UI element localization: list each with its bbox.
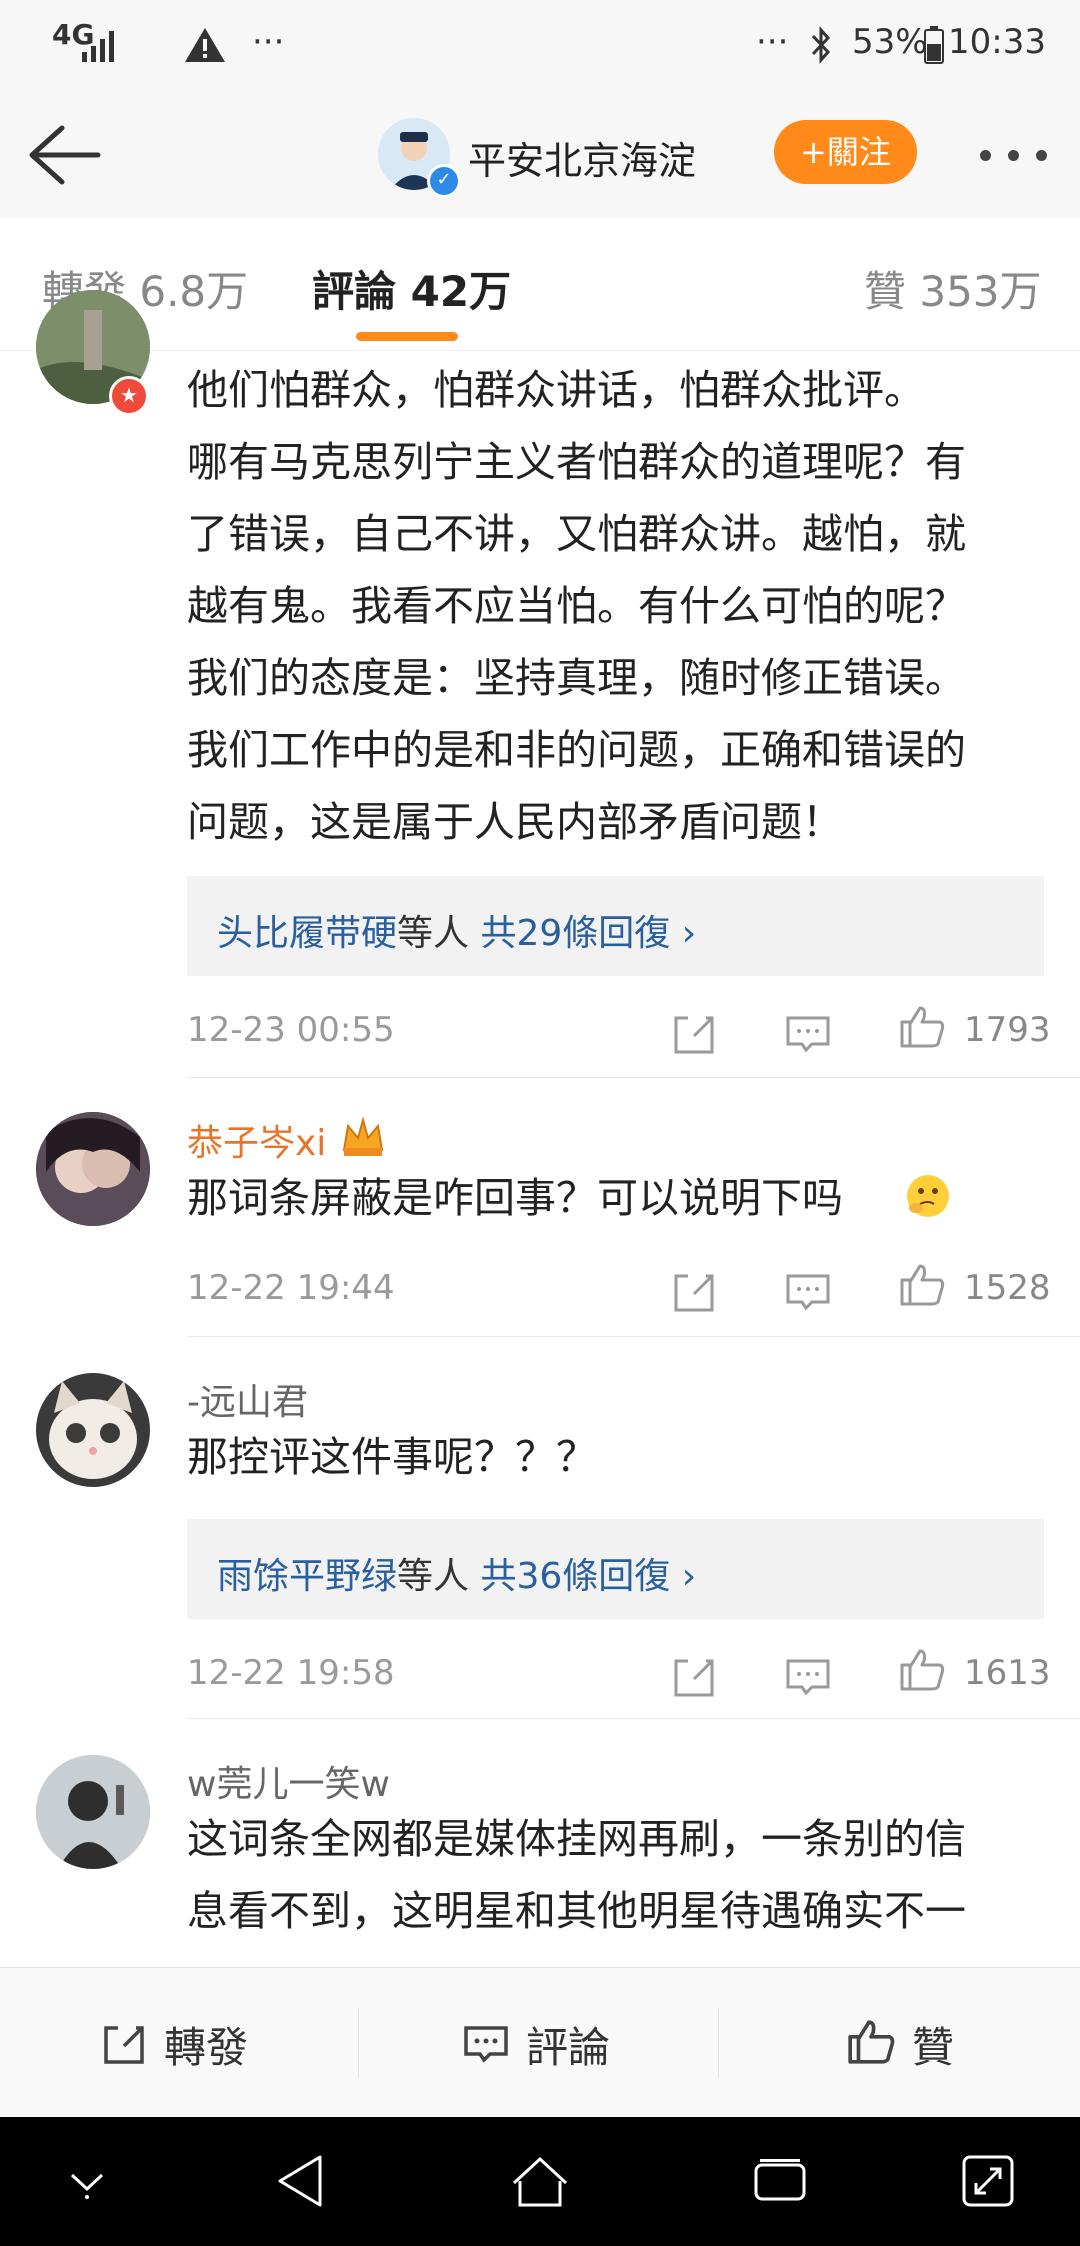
comment-time: 12-22 19:44 xyxy=(187,1268,395,1308)
comment-line: 他们怕群众，怕群众讲话，怕群众批评。 xyxy=(187,366,925,414)
bottom-action-bar: 轉發 評論 贊 xyxy=(0,1967,1080,2118)
commenter-name[interactable]: -远山君 xyxy=(187,1373,308,1425)
commenter-name[interactable]: 恭子岑xi xyxy=(187,1114,326,1166)
battery-icon xyxy=(924,26,944,64)
clock: 10:33 xyxy=(948,22,1046,62)
comment-item-1: ★ 他们怕群众，怕群众讲话，怕群众批评。 哪有马克思列宁主义者怕群众的道理呢？有… xyxy=(0,290,1080,1078)
nav-recents-icon[interactable] xyxy=(752,2157,808,2207)
nav-back-icon[interactable] xyxy=(272,2151,328,2211)
comment-icon[interactable] xyxy=(784,1010,832,1058)
share-icon[interactable] xyxy=(670,1010,718,1058)
back-arrow-icon[interactable] xyxy=(22,120,108,190)
like-icon[interactable] xyxy=(898,1260,946,1308)
chevron-right-icon: › xyxy=(681,1556,697,1597)
comment-text: 这词条全网都是媒体挂网再刷，一条别的信 息看不到，这明星和其他明星待遇确实不一 xyxy=(187,1803,966,1947)
comment-item-4: w莞儿一笑w 这词条全网都是媒体挂网再刷，一条别的信 息看不到，这明星和其他明星… xyxy=(0,1719,1080,1967)
vip-crown-icon xyxy=(342,1116,384,1156)
follow-button[interactable]: +關注 xyxy=(774,120,917,184)
comment-item-2: 恭子岑xi 那词条屏蔽是咋回事？可以说明下吗 12-22 19:44 1528 xyxy=(0,1078,1080,1336)
warning-icon xyxy=(185,28,225,62)
commenter-name[interactable]: w莞儿一笑w xyxy=(187,1755,390,1807)
share-icon[interactable] xyxy=(670,1268,718,1316)
repost-label: 轉發 xyxy=(164,2023,249,2072)
comment-icon[interactable] xyxy=(784,1653,832,1701)
tab-likes[interactable]: 贊 353万 xyxy=(864,258,1042,319)
comment-line: 我们的态度是：坚持真理，随时修正错误。 xyxy=(187,654,966,702)
comment-line: 这词条全网都是媒体挂网再刷，一条别的信 xyxy=(187,1815,966,1863)
active-tab-indicator xyxy=(356,332,458,341)
divider xyxy=(358,2008,359,2078)
system-nav-bar xyxy=(0,2117,1080,2246)
user-level-badge-icon: ★ xyxy=(109,376,149,416)
share-icon[interactable] xyxy=(670,1653,718,1701)
like-icon[interactable] xyxy=(898,1002,946,1050)
repost-icon xyxy=(104,2026,144,2064)
status-bar: 4G ··· ··· 53% 10:33 xyxy=(0,0,1080,92)
reply-count: 共36條回復 xyxy=(480,1556,671,1597)
comment-text: 那控评这件事呢？？？ xyxy=(187,1433,597,1481)
like-icon[interactable] xyxy=(898,1645,946,1693)
comment-item-3: -远山君 那控评这件事呢？？？ 雨馀平野绿等人 共36條回復 › 12-22 1… xyxy=(0,1337,1080,1719)
replies-summary: 雨馀平野绿等人 共36條回復 › xyxy=(217,1547,696,1599)
comment-line: 我们工作中的是和非的问题，正确和错误的 xyxy=(187,726,966,774)
like-button[interactable]: 贊 xyxy=(844,2008,984,2078)
thinking-emoji-icon xyxy=(907,1175,949,1217)
comment-line: 越有鬼。我看不应当怕。有什么可怕的呢？ xyxy=(187,582,966,630)
bluetooth-icon xyxy=(811,26,831,64)
commenter-avatar[interactable] xyxy=(36,1755,150,1869)
repost-button[interactable]: 轉發 xyxy=(96,2008,266,2078)
reply-users: 头比履带硬 xyxy=(217,913,398,954)
top-nav-bar: ✓ 平安北京海淀 +關注 xyxy=(0,92,1080,219)
comment-text: 那词条屏蔽是咋回事？可以说明下吗 xyxy=(187,1174,843,1222)
overflow-indicator: ··· xyxy=(252,22,285,62)
comment-line: 了错误，自己不讲，又怕群众讲。越怕，就 xyxy=(187,510,966,558)
tab-bar: 轉發 6.8万 評論 42万 贊 353万 xyxy=(0,218,1080,351)
comment-label: 評論 xyxy=(526,2023,611,2072)
chevron-right-icon: › xyxy=(681,913,697,954)
more-options-icon[interactable] xyxy=(978,128,1052,178)
reply-connector: 等人 xyxy=(397,913,470,954)
overflow-indicator-right: ··· xyxy=(756,22,789,62)
commenter-avatar[interactable] xyxy=(36,1112,150,1226)
comment-text: 他们怕群众，怕群众讲话，怕群众批评。 哪有马克思列宁主义者怕群众的道理呢？有 了… xyxy=(187,354,966,858)
like-count: 1793 xyxy=(964,1010,1051,1050)
reply-count: 共29條回復 xyxy=(480,913,671,954)
comment-button[interactable]: 評論 xyxy=(458,2008,628,2078)
commenter-avatar[interactable] xyxy=(36,1373,150,1487)
reply-connector: 等人 xyxy=(397,1556,470,1597)
battery-percent: 53% xyxy=(852,22,928,62)
account-name[interactable]: 平安北京海淀 xyxy=(468,130,696,185)
like-count: 1613 xyxy=(964,1653,1051,1693)
hide-keyboard-icon[interactable] xyxy=(64,2161,110,2201)
replies-preview[interactable]: 头比履带硬等人 共29條回復 › xyxy=(187,876,1044,976)
replies-summary: 头比履带硬等人 共29條回復 › xyxy=(217,904,696,956)
signal-icon xyxy=(82,31,114,62)
comment-icon[interactable] xyxy=(784,1268,832,1316)
comment-line: 问题，这是属于人民内部矛盾问题！ xyxy=(187,798,843,846)
divider xyxy=(718,2008,719,2078)
comment-time: 12-23 00:55 xyxy=(187,1010,395,1050)
nav-home-icon[interactable] xyxy=(510,2155,570,2209)
tab-comments[interactable]: 評論 42万 xyxy=(312,258,511,319)
comment-icon xyxy=(464,2026,508,2063)
comment-line: 息看不到，这明星和其他明星待遇确实不一 xyxy=(187,1887,966,1935)
like-icon xyxy=(848,2020,895,2064)
replies-preview[interactable]: 雨馀平野绿等人 共36條回復 › xyxy=(187,1519,1044,1619)
comment-line: 哪有马克思列宁主义者怕群众的道理呢？有 xyxy=(187,438,966,486)
fullscreen-icon[interactable] xyxy=(960,2153,1016,2209)
like-count: 1528 xyxy=(964,1268,1051,1308)
reply-users: 雨馀平野绿 xyxy=(217,1556,398,1597)
comment-time: 12-22 19:58 xyxy=(187,1653,395,1693)
like-label: 贊 xyxy=(912,2023,955,2072)
verified-badge-icon: ✓ xyxy=(427,164,461,198)
